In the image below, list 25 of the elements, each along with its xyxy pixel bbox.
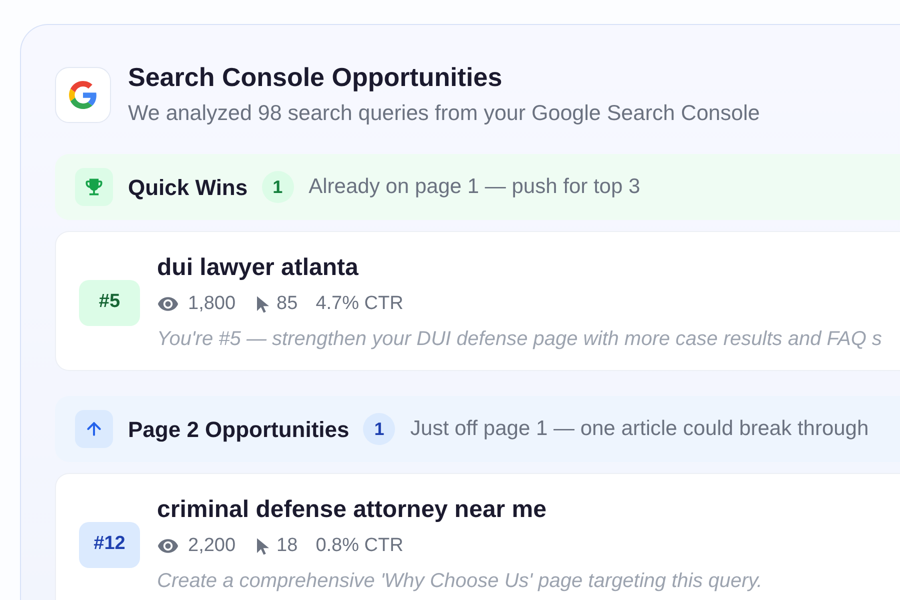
cursor-icon xyxy=(256,296,269,312)
section-title: Quick Wins xyxy=(128,174,248,202)
section-description: Already on page 1 — push for top 3 xyxy=(308,174,640,200)
cursor-icon xyxy=(256,538,269,554)
impressions-count: 1,800 xyxy=(188,292,236,316)
count-badge: 1 xyxy=(262,171,294,203)
section-title: Page 2 Opportunities xyxy=(128,416,350,444)
section-description: Just off page 1 — one article could break through xyxy=(410,416,869,442)
clicks-count: 85 xyxy=(276,292,298,316)
page-title: Search Console Opportunities xyxy=(128,62,504,92)
clicks-count: 18 xyxy=(276,534,298,558)
query-title: dui lawyer atlanta xyxy=(157,254,360,282)
query-title: criminal defense attorney near me xyxy=(157,496,548,524)
impressions-count: 2,200 xyxy=(188,534,236,558)
trophy-icon xyxy=(75,168,113,206)
g-logo-icon xyxy=(55,67,111,123)
query-note: Create a comprehensive 'Why Choose Us' page targeting this query. xyxy=(157,569,762,593)
arrow-up-icon xyxy=(75,410,113,448)
rank-badge: #12 xyxy=(79,522,140,568)
query-note: You're #5 — strengthen your DUI defense page with more case results and FAQ s xyxy=(157,327,882,351)
page-subtitle: We analyzed 98 search queries from your Google Search Console xyxy=(128,100,760,126)
ctr-text: 4.7% CTR xyxy=(316,292,404,316)
rank-badge: #5 xyxy=(79,280,140,326)
ctr-text: 0.8% CTR xyxy=(316,534,404,558)
count-badge: 1 xyxy=(363,413,396,445)
